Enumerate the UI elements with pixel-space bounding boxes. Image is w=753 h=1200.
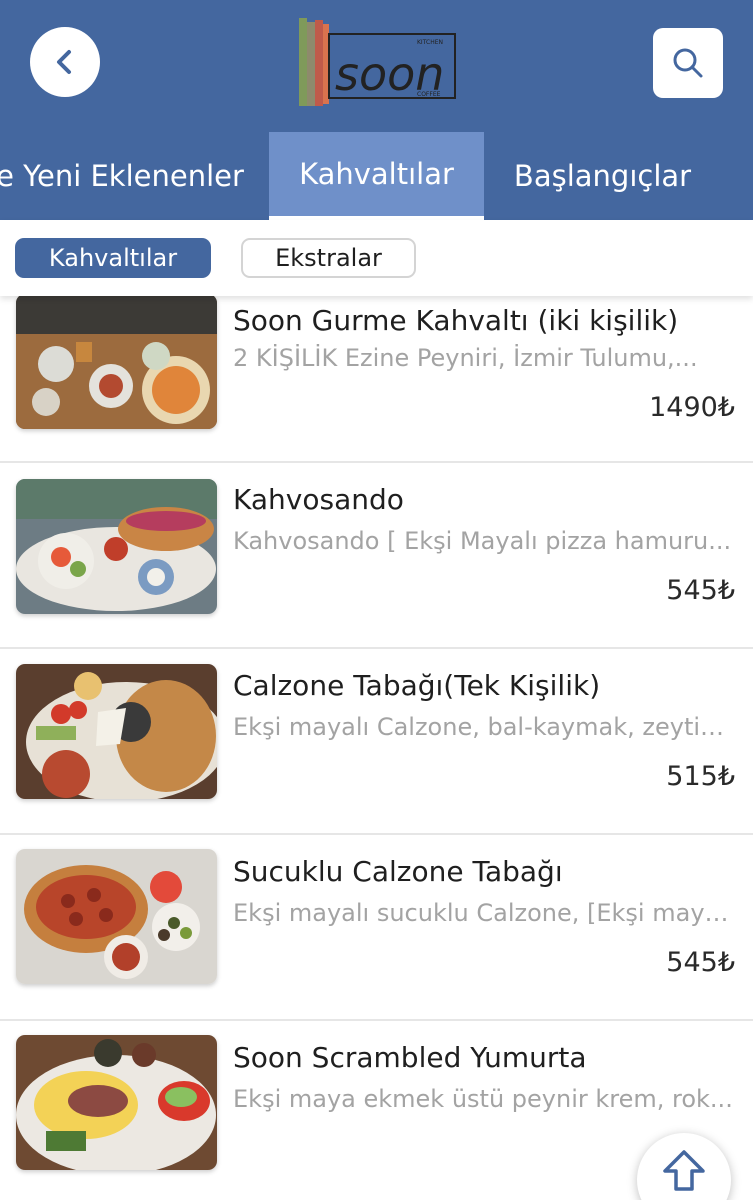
item-description: Ekşi mayalı Calzone, bal-kaymak, zeytin.… [233, 713, 738, 741]
food-image [16, 479, 217, 614]
item-description: Kahvosando [ Ekşi Mayalı pizza hamuru... [233, 527, 732, 555]
category-tabs: e Yeni Eklenenler Kahvaltılar Başlangıçl… [0, 132, 753, 220]
svg-text:COFFEE: COFFEE [417, 91, 441, 98]
tab-kahvaltilar[interactable]: Kahvaltılar [269, 132, 484, 216]
chevron-left-icon [57, 50, 71, 74]
item-title: Calzone Tabağı(Tek Kişilik) [233, 669, 601, 702]
tab-baslangiclar[interactable]: Başlangıçlar [500, 132, 705, 220]
food-image [16, 664, 217, 799]
item-price: 545₺ [666, 947, 735, 978]
svg-text:KITCHEN: KITCHEN [417, 39, 443, 46]
item-description: Ekşi mayalı sucuklu Calzone, [Ekşi maya.… [233, 899, 738, 927]
back-button[interactable] [30, 27, 100, 97]
item-title: Soon Scrambled Yumurta [233, 1041, 587, 1074]
menu-item[interactable]: Sucuklu Calzone Tabağı Ekşi mayalı sucuk… [0, 835, 753, 1021]
brand-logo: soon KITCHEN COFFEE [297, 16, 459, 108]
chip-ekstralar[interactable]: Ekstralar [241, 238, 416, 278]
food-image [16, 1035, 217, 1170]
menu-item[interactable]: Soon Gurme Kahvaltı (iki kişilik) 2 KİŞİ… [0, 296, 753, 463]
search-icon [673, 48, 703, 78]
food-image [16, 296, 217, 429]
app-header: soon KITCHEN COFFEE [0, 0, 753, 132]
chip-kahvaltilar[interactable]: Kahvaltılar [15, 238, 211, 278]
arrow-up-icon [663, 1150, 705, 1191]
item-title: Kahvosando [233, 483, 404, 516]
item-description: 2 KİŞİLİK Ezine Peyniri, İzmir Tulumu,..… [233, 344, 698, 372]
tab-yeni-eklenenler[interactable]: e Yeni Eklenenler [0, 132, 245, 220]
menu-item[interactable]: Kahvosando Kahvosando [ Ekşi Mayalı pizz… [0, 463, 753, 649]
subcategory-bar: Kahvaltılar Ekstralar [0, 220, 753, 296]
item-price: 515₺ [666, 761, 735, 792]
search-button[interactable] [653, 28, 723, 98]
menu-item-list: Soon Gurme Kahvaltı (iki kişilik) 2 KİŞİ… [0, 296, 753, 1200]
food-image [16, 849, 217, 984]
item-title: Sucuklu Calzone Tabağı [233, 855, 563, 888]
item-title: Soon Gurme Kahvaltı (iki kişilik) [233, 304, 679, 337]
item-description: Ekşi maya ekmek üstü peynir krem, rok... [233, 1085, 733, 1113]
menu-item[interactable]: Calzone Tabağı(Tek Kişilik) Ekşi mayalı … [0, 649, 753, 835]
item-price: 1490₺ [649, 392, 735, 423]
item-price: 545₺ [666, 575, 735, 606]
